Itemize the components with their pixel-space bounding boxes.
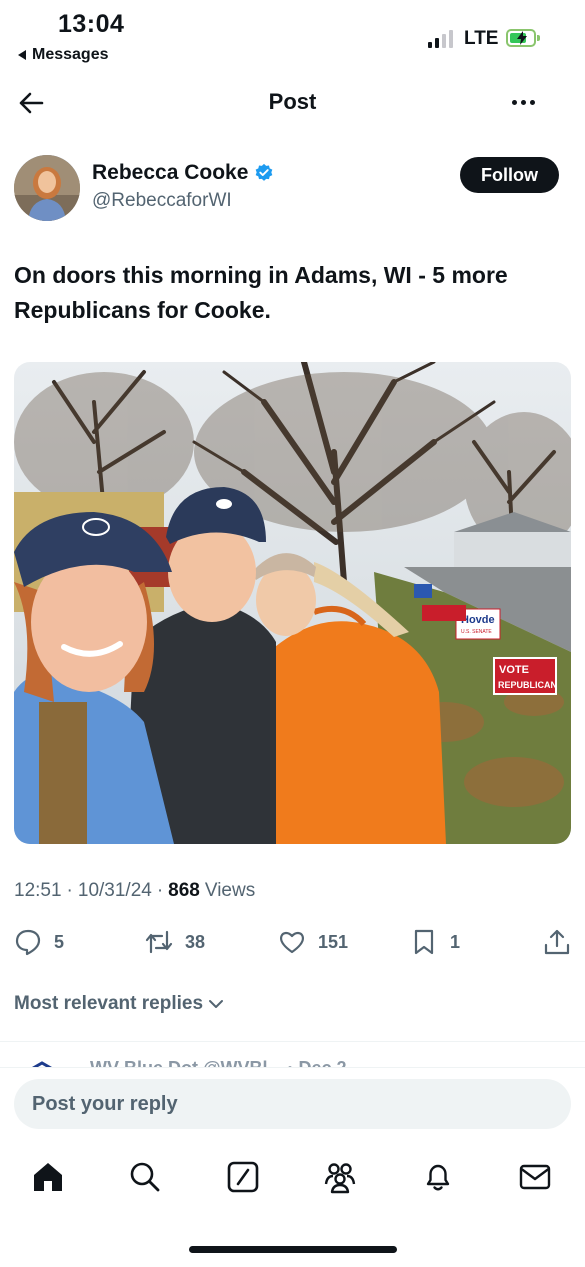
post-time: 12:51 [14,880,62,901]
page-title: Post [268,89,317,114]
repost-action[interactable]: 38 [145,928,205,956]
chevron-down-icon [209,1000,224,1008]
hovde-sign-text: Hovde [461,614,495,626]
search-icon[interactable] [128,1160,162,1194]
status-time: 13:04 [58,10,125,38]
bookmark-icon [414,929,434,955]
bookmark-count: 1 [450,931,461,952]
home-icon[interactable] [31,1160,65,1194]
vote-sign-text-1: VOTE [499,664,529,676]
post-photo[interactable]: VOTE REPUBLICAN Hovde U.S. SENATE [14,362,571,844]
post-meta: 12:51 · 10/31/24 · 868 Views [14,880,255,902]
notifications-bell-icon[interactable] [421,1160,455,1194]
more-icon[interactable] [512,100,535,105]
heart-icon [280,931,304,954]
like-count: 151 [318,931,349,952]
views-count: 868 [168,880,200,901]
repost-count: 38 [185,931,206,952]
display-name-text: Rebecca Cooke [92,161,249,184]
home-indicator[interactable] [189,1246,397,1253]
post-text: On doors this morning in Adams, WI - 5 m… [14,262,508,323]
follow-button[interactable]: Follow [460,157,559,193]
bookmark-action[interactable]: 1 [410,928,460,956]
grok-icon[interactable] [226,1160,260,1194]
back-app-label: Messages [32,46,109,63]
share-action[interactable] [543,928,571,956]
network-type: LTE [464,28,499,49]
meta-separator: · [156,880,164,901]
meta-separator: · [66,880,73,901]
author-name[interactable]: Rebecca Cooke [92,161,274,185]
hovde-sign-sub: U.S. SENATE [461,629,492,635]
repost-icon [145,930,173,954]
reply-icon [15,929,41,956]
replies-sort-dropdown[interactable]: Most relevant replies [14,993,225,1015]
post-date: 10/31/24 [77,880,152,901]
reply-input[interactable] [14,1079,571,1129]
reply-count: 5 [54,931,65,952]
back-triangle-icon [18,50,26,60]
communities-icon[interactable] [323,1160,357,1194]
battery-charging-icon [506,29,540,47]
messages-mail-icon[interactable] [518,1160,552,1194]
signal-bars-icon [428,30,453,48]
share-icon [544,929,570,955]
back-to-app-link[interactable]: Messages [18,46,109,64]
verified-badge-icon [256,163,273,181]
vote-sign-text-2: REPUBLICAN [498,680,557,690]
divider [0,1041,585,1042]
replies-sort-label: Most relevant replies [14,993,204,1014]
like-action[interactable]: 151 [278,928,348,956]
avatar[interactable] [14,155,80,221]
author-handle[interactable]: @RebeccaforWI [92,190,232,212]
reply-action[interactable]: 5 [14,928,64,956]
views-label: Views [204,880,256,901]
